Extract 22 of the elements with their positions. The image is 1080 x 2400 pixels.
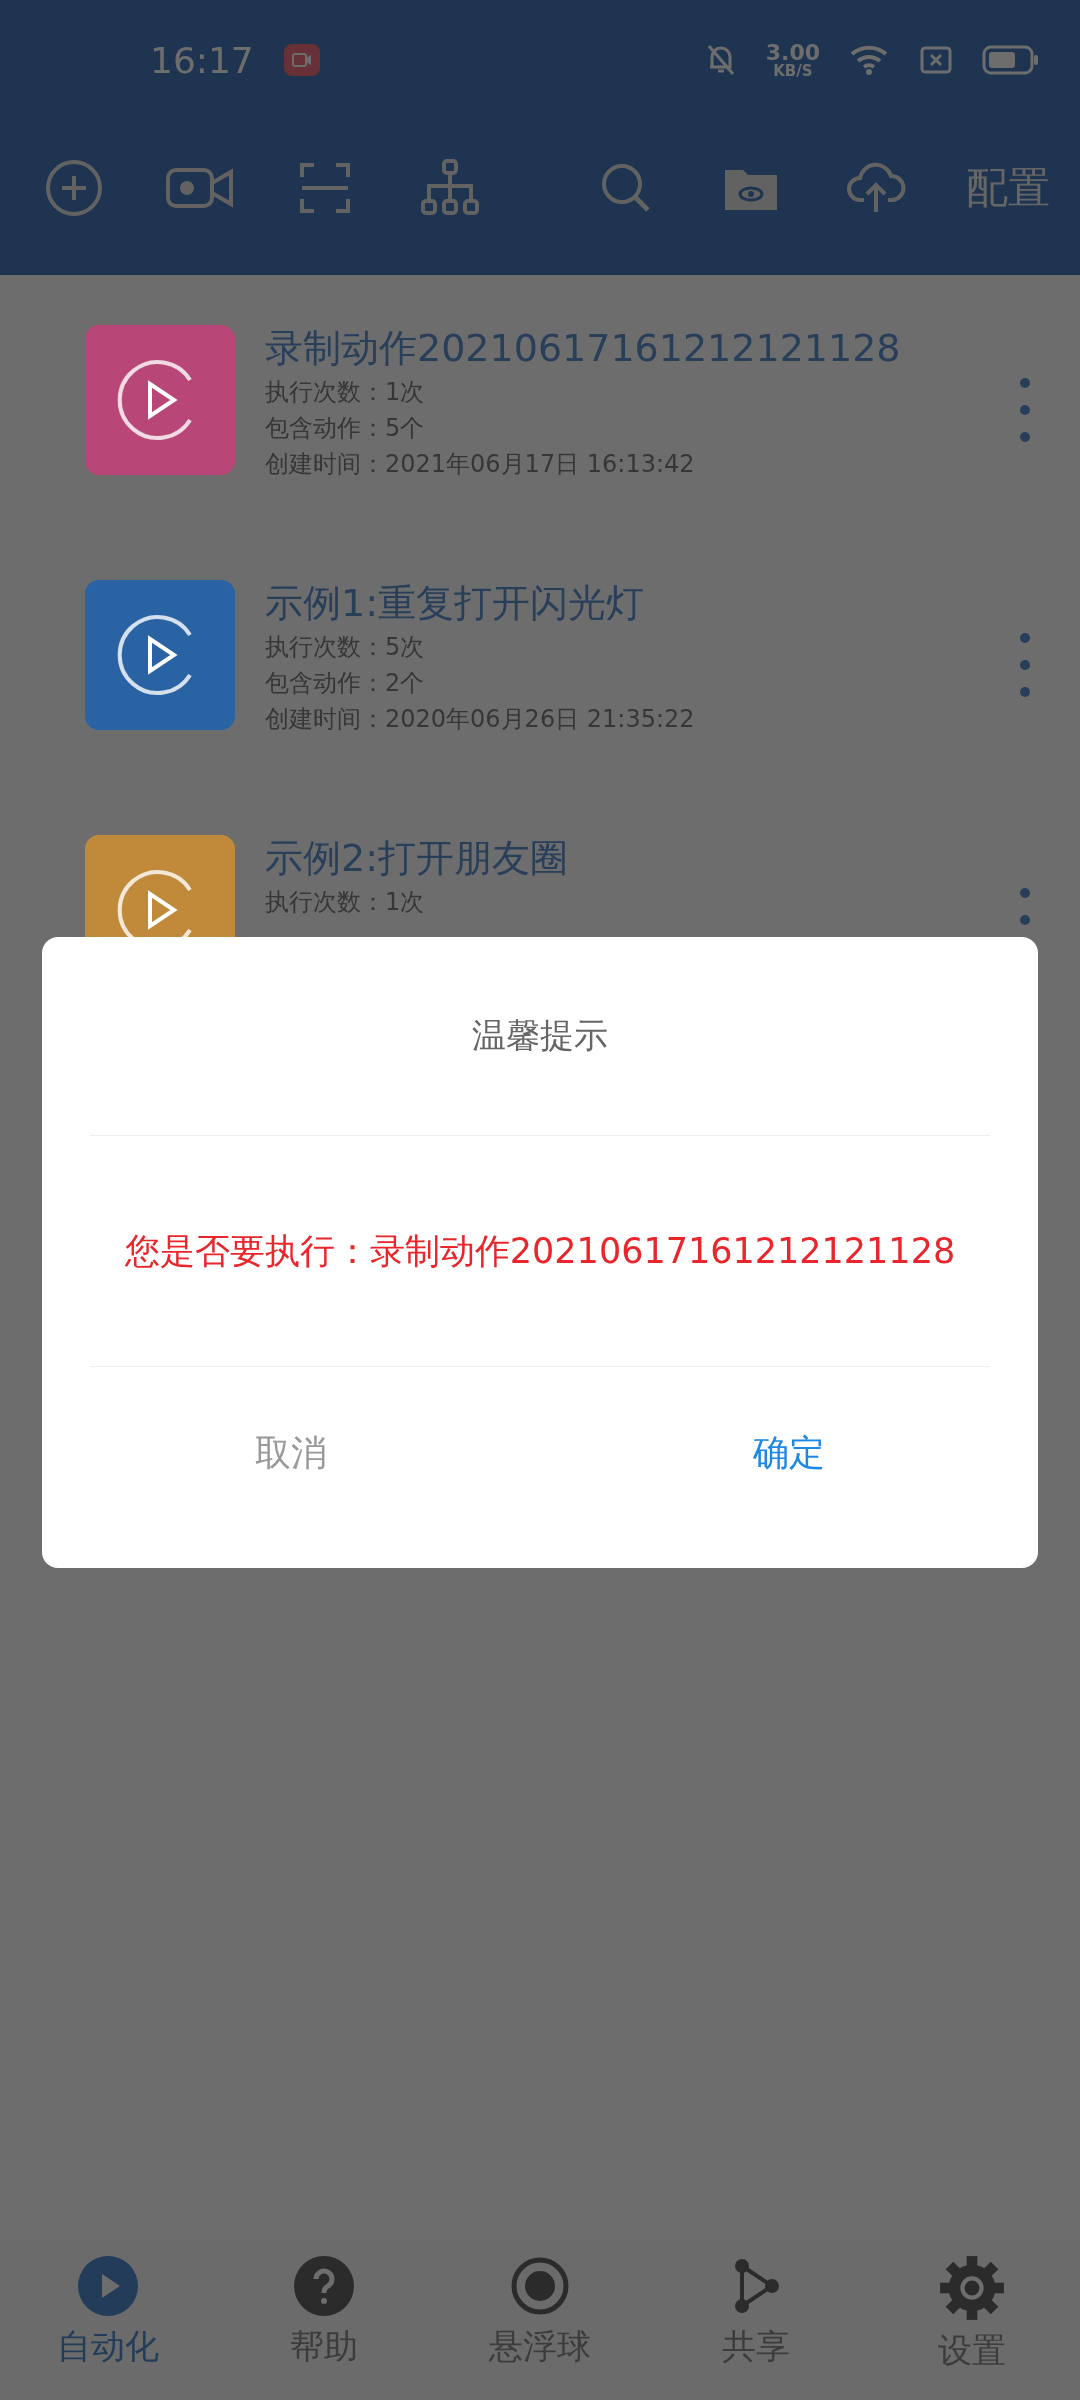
config-button[interactable]: 配置 [966, 159, 1050, 216]
mute-bell-icon [705, 43, 736, 77]
nav-tab[interactable]: 自动化 [0, 2240, 216, 2400]
dialog-title: 温馨提示 [472, 1014, 608, 1057]
confirm-button[interactable]: 确定 [540, 1367, 1038, 1568]
net-speed: 3.00 [765, 41, 820, 64]
action-title: 示例1:重复打开闪光灯 [265, 580, 645, 626]
status-time: 16:17 [150, 39, 254, 81]
screen-record-icon [283, 44, 320, 76]
cancel-button[interactable]: 取消 [42, 1367, 540, 1568]
action-title: 录制动作20210617161212121128 [265, 325, 902, 371]
action-thumbnail[interactable] [85, 580, 235, 730]
net-speed-unit: KB/S [773, 63, 813, 79]
help-icon [292, 2254, 356, 2318]
action-thumbnail[interactable] [85, 325, 235, 475]
no-sim-icon [920, 46, 952, 74]
dialog-message: 您是否要执行：录制动作20210617161212121128 [124, 1229, 956, 1273]
battery-icon [982, 45, 1040, 75]
play-icon [76, 2254, 140, 2318]
action-title: 示例2:打开朋友圈 [265, 835, 569, 881]
wifi-icon [850, 44, 890, 76]
settings-icon [938, 2254, 1006, 2322]
